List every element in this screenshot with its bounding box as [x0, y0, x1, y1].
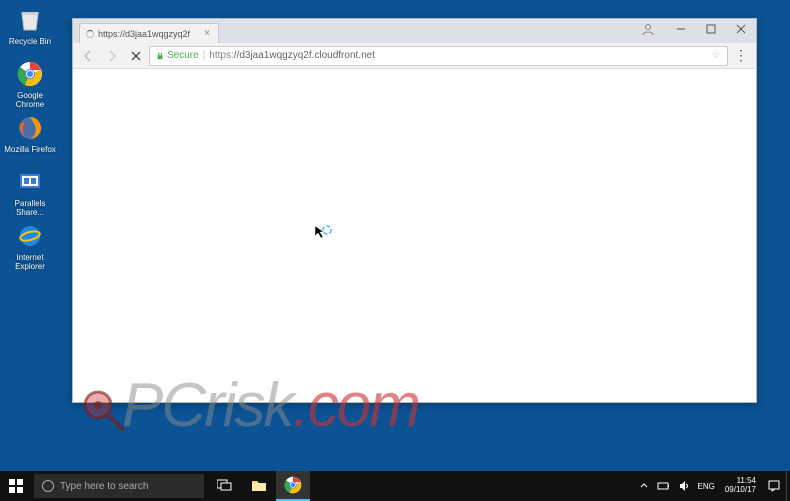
bookmark-star-icon[interactable]: ☆	[712, 50, 721, 61]
taskbar: Type here to search ENG 11:54 09/10/17	[0, 471, 790, 501]
desktop-icon-firefox[interactable]: Mozilla Firefox	[4, 112, 56, 155]
close-window-button[interactable]	[726, 19, 756, 39]
tray-volume-icon[interactable]	[674, 471, 694, 501]
stop-reload-button[interactable]	[125, 45, 147, 67]
omnibox[interactable]: Secure | https://d3jaa1wqgzyq2f.cloudfro…	[149, 46, 728, 66]
address-bar: Secure | https://d3jaa1wqgzyq2f.cloudfro…	[73, 43, 756, 69]
taskbar-search[interactable]: Type here to search	[34, 474, 204, 498]
tray-language[interactable]: ENG	[694, 482, 719, 491]
desktop-icon-parallels[interactable]: Parallels Share...	[4, 166, 56, 218]
url-text: https://d3jaa1wqgzyq2f.cloudfront.net	[209, 50, 708, 61]
window-controls	[636, 19, 756, 39]
user-profile-icon[interactable]	[636, 19, 660, 39]
browser-window: https://d3jaa1wqgzyq2f ×	[72, 18, 757, 403]
show-desktop-button[interactable]	[786, 471, 790, 501]
minimize-button[interactable]	[666, 19, 696, 39]
back-button[interactable]	[77, 45, 99, 67]
desktop-icon-label: Recycle Bin	[9, 38, 51, 47]
ie-icon	[14, 220, 46, 252]
desktop-icon-label: Internet Explorer	[4, 254, 56, 272]
page-viewport	[73, 69, 756, 402]
tab-close-button[interactable]: ×	[202, 29, 212, 39]
secure-label: Secure	[167, 50, 199, 61]
start-button[interactable]	[0, 471, 32, 501]
desktop-icon-label: Google Chrome	[4, 92, 56, 110]
file-explorer-button[interactable]	[242, 471, 276, 501]
recycle-bin-icon	[14, 4, 46, 36]
loading-spinner-icon	[86, 30, 94, 38]
secure-badge: Secure	[156, 50, 199, 61]
clock-date: 09/10/17	[725, 486, 756, 495]
taskbar-clock[interactable]: 11:54 09/10/17	[719, 477, 762, 495]
system-tray: ENG 11:54 09/10/17	[634, 471, 790, 501]
tab-title: https://d3jaa1wqgzyq2f	[98, 29, 198, 39]
busy-cursor-icon	[313, 224, 333, 249]
tray-battery-icon[interactable]	[654, 471, 674, 501]
magnifier-icon	[80, 381, 130, 431]
task-icons	[208, 471, 310, 501]
watermark: PCrisk.com	[80, 370, 419, 441]
chrome-menu-button[interactable]: ⋮	[730, 45, 752, 67]
cortana-icon	[42, 480, 54, 492]
lock-icon	[156, 52, 164, 60]
chrome-icon	[14, 58, 46, 90]
maximize-button[interactable]	[696, 19, 726, 39]
chrome-taskbar-button[interactable]	[276, 471, 310, 501]
forward-button[interactable]	[101, 45, 123, 67]
notification-center-button[interactable]	[762, 471, 786, 501]
desktop-icon-recycle-bin[interactable]: Recycle Bin	[4, 4, 56, 47]
firefox-icon	[14, 112, 46, 144]
search-placeholder: Type here to search	[60, 481, 148, 492]
task-view-button[interactable]	[208, 471, 242, 501]
desktop-icon-ie[interactable]: Internet Explorer	[4, 220, 56, 272]
desktop-icon-label: Parallels Share...	[4, 200, 56, 218]
parallels-icon	[14, 166, 46, 198]
desktop-icon-label: Mozilla Firefox	[4, 146, 56, 155]
tab-bar: https://d3jaa1wqgzyq2f ×	[73, 19, 756, 43]
tray-chevron-icon[interactable]	[634, 471, 654, 501]
browser-tab[interactable]: https://d3jaa1wqgzyq2f ×	[79, 23, 219, 43]
desktop-icon-chrome[interactable]: Google Chrome	[4, 58, 56, 110]
